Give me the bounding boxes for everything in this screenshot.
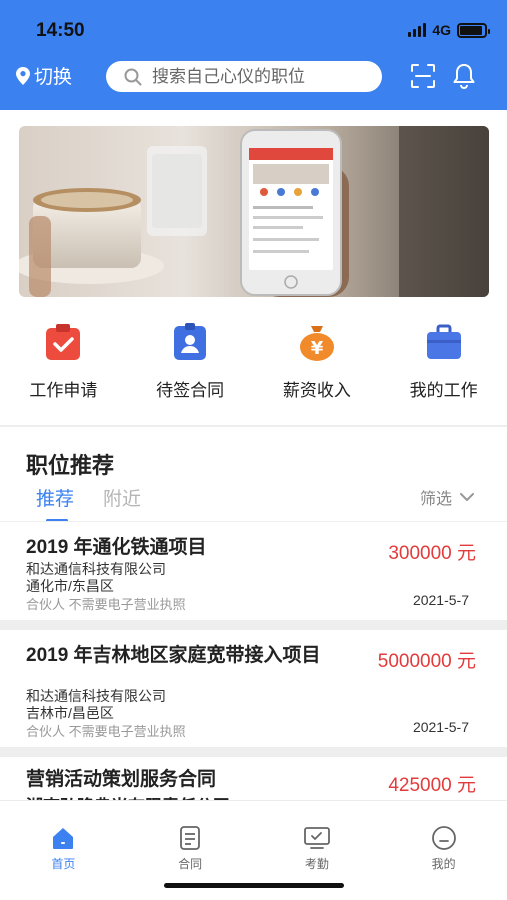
location-switch[interactable]: 切换 — [16, 62, 72, 89]
header: 14:50 4G 切换 — [0, 0, 507, 110]
tabbar-label: 合同 — [178, 857, 203, 871]
section-title: 职位推荐 — [26, 453, 115, 478]
scan-icon[interactable] — [410, 63, 436, 89]
job-tags: 合伙人 不需要电子营业执照 — [26, 597, 186, 612]
tab-recommend[interactable]: 推荐 — [36, 484, 74, 511]
filter-label: 筛选 — [420, 491, 453, 508]
document-icon — [180, 826, 201, 850]
quick-action-my-work[interactable]: 我的工作 — [380, 322, 507, 402]
location-pin-icon — [16, 66, 30, 85]
promo-banner[interactable] — [19, 126, 489, 297]
job-tags: 合伙人 不需要电子营业执照 — [26, 724, 186, 739]
network-type: 4G — [432, 22, 451, 38]
job-title: 2019 年吉林地区家庭宽带接入项目 — [26, 645, 321, 666]
job-title: 营销活动策划服务合同 — [26, 769, 217, 790]
quick-action-pending-contract[interactable]: 待签合同 — [127, 322, 254, 402]
job-date: 2021-5-7 — [412, 719, 469, 735]
location-switch-label: 切换 — [34, 67, 73, 88]
quick-action-label: 我的工作 — [409, 381, 478, 400]
job-date: 2021-5-7 — [412, 592, 469, 608]
job-card[interactable]: 2019 年通化铁通项目 300000 元 和达通信科技有限公司 通化市/东昌区… — [0, 532, 507, 620]
attendance-icon — [303, 827, 330, 849]
tabbar-label: 我的 — [431, 857, 456, 871]
banner-image — [19, 126, 489, 297]
clipboard-check-icon — [46, 324, 81, 360]
job-price: 425000 元 — [388, 775, 476, 796]
bell-icon[interactable] — [452, 63, 476, 89]
chevron-down-icon — [460, 492, 475, 501]
tabbar-item-home[interactable]: 首页 — [0, 801, 127, 900]
briefcase-icon — [426, 324, 461, 359]
job-price: 5000000 元 — [377, 651, 476, 672]
divider — [0, 620, 507, 630]
search-icon — [124, 68, 142, 85]
quick-actions: 工作申请 待签合同 ¥ 薪资收入 我的工作 — [0, 322, 507, 402]
job-location: 通化市/东昌区 — [26, 578, 114, 594]
search-bar[interactable] — [106, 61, 382, 92]
signal-icon — [408, 23, 427, 37]
status-bar-right: 4G — [408, 22, 490, 38]
battery-fill — [460, 25, 482, 35]
job-location: 吉林市/昌邑区 — [26, 705, 114, 721]
battery-icon — [457, 22, 490, 38]
search-input[interactable] — [152, 66, 372, 87]
svg-text:¥: ¥ — [311, 338, 324, 359]
profile-icon — [431, 826, 456, 850]
quick-action-work-apply[interactable]: 工作申请 — [0, 322, 127, 402]
quick-action-label: 薪资收入 — [282, 381, 351, 400]
job-card[interactable]: 2019 年吉林地区家庭宽带接入项目 5000000 元 和达通信科技有限公司 … — [0, 640, 507, 746]
divider — [0, 425, 507, 427]
tabbar-item-mine[interactable]: 我的 — [380, 801, 507, 900]
quick-action-label: 工作申请 — [29, 381, 98, 400]
quick-action-label: 待签合同 — [156, 381, 225, 400]
quick-action-salary[interactable]: ¥ 薪资收入 — [254, 322, 381, 402]
home-indicator — [164, 883, 344, 888]
home-icon — [53, 828, 74, 849]
money-bag-icon: ¥ — [299, 326, 334, 361]
job-price: 300000 元 — [388, 543, 476, 564]
tabbar-label: 首页 — [51, 857, 76, 871]
badge-user-icon — [174, 323, 207, 360]
job-title: 2019 年通化铁通项目 — [26, 537, 207, 558]
tabbar-label: 考勤 — [304, 857, 329, 871]
divider — [0, 521, 507, 522]
filter-button[interactable]: 筛选 — [420, 485, 475, 509]
divider — [0, 747, 507, 757]
tab-nearby[interactable]: 附近 — [103, 484, 141, 511]
status-time: 14:50 — [36, 20, 85, 41]
